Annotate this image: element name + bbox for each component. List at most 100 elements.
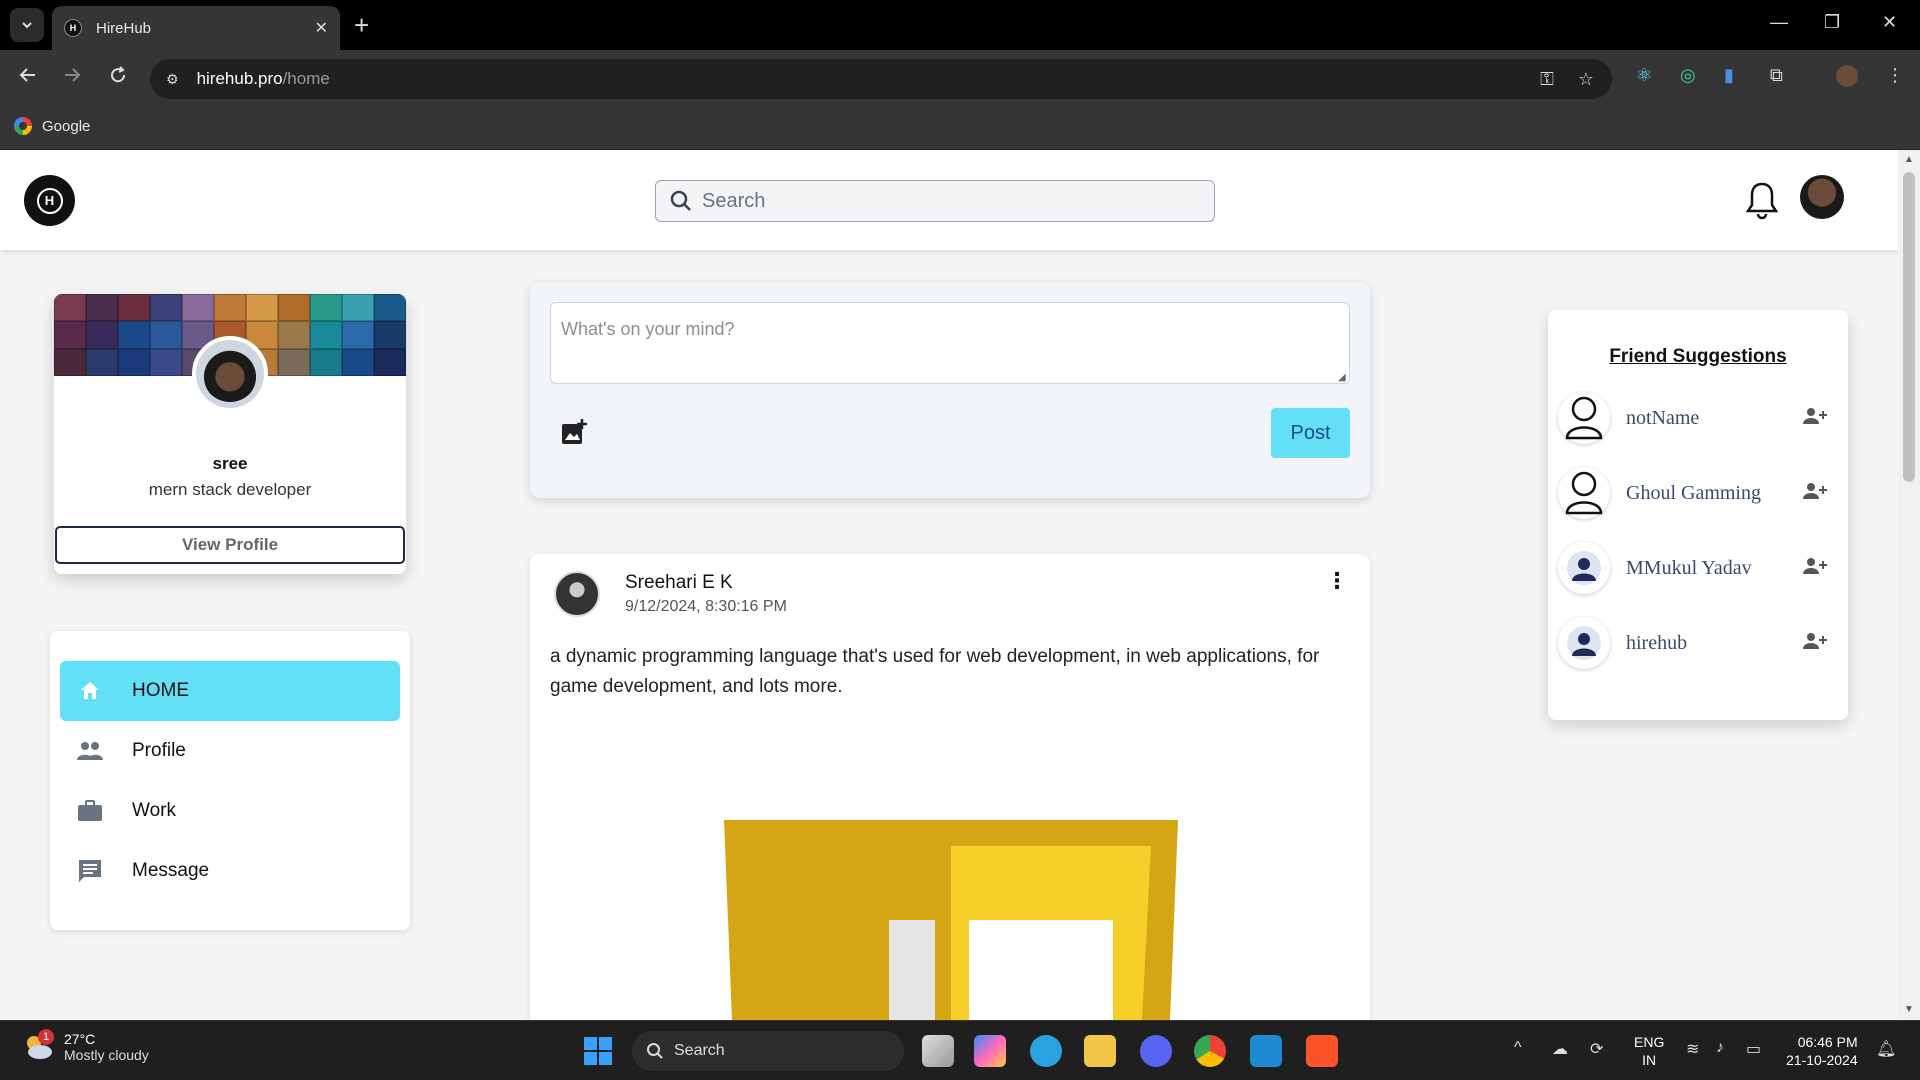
suggestion-item[interactable]: notName <box>1558 390 1838 446</box>
notifications-icon[interactable]: 🔔︎ <box>1876 1039 1896 1059</box>
wifi-icon[interactable]: ≋ <box>1686 1039 1699 1059</box>
address-bar[interactable]: ⚙ hirehub.pro/home ⚿ ☆ <box>150 59 1612 99</box>
nav-item-work[interactable]: Work <box>60 781 400 841</box>
search-bar[interactable] <box>655 180 1215 222</box>
message-icon <box>76 857 104 885</box>
sync-icon[interactable]: ⟳ <box>1590 1039 1603 1059</box>
vscode-icon[interactable] <box>1250 1035 1282 1067</box>
windows-start-icon[interactable] <box>582 1035 614 1067</box>
add-friend-icon[interactable] <box>1802 632 1830 655</box>
tab-title: HireHub <box>96 19 152 37</box>
scroll-thumb[interactable] <box>1903 172 1915 482</box>
suggestion-name[interactable]: notName <box>1626 407 1802 430</box>
chevron-down-icon <box>22 22 32 29</box>
resize-handle-icon[interactable]: ◢ <box>1338 372 1346 383</box>
post-text: a dynamic programming language that's us… <box>550 646 1320 697</box>
suggestion-name[interactable]: Ghoul Gamming <box>1626 482 1802 505</box>
task-view-icon[interactable] <box>922 1035 954 1067</box>
post-options-icon[interactable]: ⋮ <box>1326 570 1348 592</box>
add-image-icon[interactable] <box>560 418 588 451</box>
notification-bell-icon[interactable] <box>1744 180 1780 225</box>
restore-icon[interactable]: ❐ <box>1824 12 1840 33</box>
default-user-icon <box>1558 467 1610 519</box>
bookmark-label: Google <box>42 117 91 135</box>
telegram-icon[interactable] <box>1030 1035 1062 1067</box>
forward-icon[interactable] <box>62 65 82 91</box>
add-friend-icon[interactable] <box>1802 407 1830 430</box>
post-image[interactable] <box>724 820 1178 1020</box>
nav-label-profile: Profile <box>132 740 186 761</box>
extension-doc-icon[interactable]: ▮ <box>1724 65 1734 86</box>
close-window-icon[interactable]: ✕ <box>1882 12 1897 33</box>
suggestion-name[interactable]: hirehub <box>1626 632 1802 655</box>
browser-tab[interactable]: H HireHub ✕ <box>52 6 340 50</box>
home-icon <box>76 677 104 705</box>
suggestion-name[interactable]: MMukul Yadav <box>1626 557 1802 580</box>
suggestion-item[interactable]: Ghoul Gamming <box>1558 465 1838 521</box>
google-icon <box>14 117 32 135</box>
brave-icon[interactable] <box>1306 1035 1338 1067</box>
scroll-down-icon[interactable]: ▼ <box>1904 1004 1914 1015</box>
clock-date: 21-10-2024 <box>1786 1052 1858 1068</box>
weather-description: Mostly cloudy <box>64 1047 149 1063</box>
profile-card: sree mern stack developer View Profile <box>54 294 406 574</box>
add-friend-icon[interactable] <box>1802 557 1830 580</box>
briefcase-icon <box>76 797 104 825</box>
new-tab-button[interactable]: + <box>354 10 369 40</box>
suggestion-item[interactable]: MMukul Yadav <box>1558 540 1838 596</box>
profile-avatar[interactable] <box>192 336 268 412</box>
url-host: hirehub.pro <box>196 69 283 88</box>
copilot-icon[interactable] <box>974 1035 1006 1067</box>
post-card: Sreehari E K 9/12/2024, 8:30:16 PM ⋮ a d… <box>530 554 1370 1020</box>
search-input[interactable] <box>702 189 1182 213</box>
browser-menu-icon[interactable]: ⋮ <box>1886 65 1904 86</box>
user-avatar[interactable] <box>1800 175 1844 219</box>
tab-search-button[interactable] <box>10 8 44 42</box>
chrome-icon[interactable] <box>1194 1035 1226 1067</box>
post-author-avatar[interactable] <box>554 571 600 617</box>
nav-item-profile[interactable]: Profile <box>60 721 400 781</box>
file-explorer-icon[interactable] <box>1084 1035 1116 1067</box>
taskbar-search[interactable]: Search <box>632 1031 904 1071</box>
scroll-up-icon[interactable]: ▲ <box>1904 154 1914 165</box>
weather-badge: 1 <box>38 1029 54 1045</box>
bookmark-google[interactable]: Google <box>14 117 90 135</box>
nav-label-message: Message <box>132 860 210 881</box>
page-scrollbar[interactable]: ▲ ▼ <box>1898 150 1920 1020</box>
nav-item-home[interactable]: HOME <box>60 661 400 721</box>
user-avatar <box>1558 542 1610 594</box>
battery-icon[interactable]: ▭ <box>1746 1039 1761 1059</box>
password-key-icon[interactable]: ⚿ <box>1540 69 1554 90</box>
view-profile-button[interactable]: View Profile <box>55 526 405 564</box>
reload-icon[interactable] <box>108 65 128 91</box>
post-author[interactable]: Sreehari E K <box>625 572 733 594</box>
system-clock[interactable]: 06:46 PM 21-10-2024 <box>1786 1033 1858 1069</box>
add-friend-icon[interactable] <box>1802 482 1830 505</box>
onedrive-icon[interactable]: ☁ <box>1552 1039 1568 1059</box>
profile-role: mern stack developer <box>148 480 312 499</box>
nav-item-message[interactable]: Message <box>60 841 400 901</box>
logo-letter: H <box>36 187 63 214</box>
minimize-icon[interactable]: — <box>1770 12 1788 33</box>
extension-circle-icon[interactable]: ◎ <box>1680 65 1696 86</box>
post-button[interactable]: Post <box>1271 408 1350 458</box>
volume-icon[interactable]: ♪ <box>1716 1039 1724 1057</box>
tray-overflow-icon[interactable]: ^ <box>1514 1039 1522 1057</box>
suggestion-item[interactable]: hirehub <box>1558 615 1838 671</box>
lang-top: ENG <box>1634 1034 1665 1050</box>
hirehub-logo[interactable]: H <box>24 175 75 226</box>
people-icon <box>76 737 104 765</box>
post-textarea[interactable] <box>550 302 1350 384</box>
extensions-puzzle-icon[interactable]: ⧉ <box>1770 65 1783 86</box>
react-devtools-icon[interactable]: ⚛ <box>1636 65 1652 86</box>
site-info-icon[interactable]: ⚙ <box>166 71 179 88</box>
back-icon[interactable] <box>18 65 38 91</box>
weather-widget[interactable]: 1 27°C Mostly cloudy <box>22 1029 149 1063</box>
close-tab-icon[interactable]: ✕ <box>315 18 328 38</box>
clock-time: 06:46 PM <box>1797 1034 1858 1050</box>
windows-taskbar: 1 27°C Mostly cloudy Search ^ ☁ ⟳ ENG IN… <box>0 1020 1920 1080</box>
language-indicator[interactable]: ENG IN <box>1634 1033 1664 1069</box>
discord-icon[interactable] <box>1140 1035 1172 1067</box>
bookmark-star-icon[interactable]: ☆ <box>1578 69 1594 90</box>
browser-profile-avatar[interactable] <box>1836 65 1858 87</box>
